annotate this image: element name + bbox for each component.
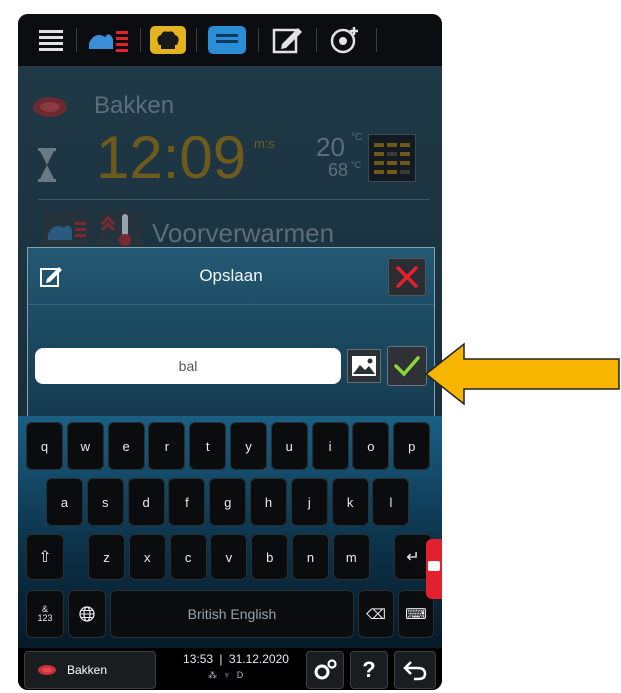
- key-t[interactable]: t: [189, 422, 227, 470]
- edit-icon[interactable]: [270, 25, 306, 55]
- clock-time: 13:53: [183, 652, 214, 666]
- program-name: Bakken: [94, 92, 175, 119]
- toolbar-divider: [258, 28, 259, 52]
- key-c[interactable]: c: [169, 534, 207, 580]
- steak-icon: [32, 96, 68, 123]
- menu-icon[interactable]: [38, 25, 64, 55]
- numbers-key-label: 123: [37, 613, 53, 623]
- key-g[interactable]: g: [209, 478, 247, 526]
- active-program-button[interactable]: Bakken: [24, 651, 156, 689]
- space-key[interactable]: British English: [110, 590, 354, 638]
- image-button[interactable]: [347, 349, 381, 383]
- temperature-unit: °C: [351, 132, 363, 143]
- key-b[interactable]: b: [251, 534, 289, 580]
- key-q[interactable]: q: [26, 422, 63, 470]
- top-toolbar: [18, 14, 442, 66]
- confirm-button[interactable]: [387, 346, 427, 386]
- key-y[interactable]: y: [230, 422, 267, 470]
- key-k[interactable]: k: [331, 478, 369, 526]
- checkmark-icon: [394, 356, 420, 377]
- key-s[interactable]: s: [86, 478, 124, 526]
- image-icon: [352, 356, 376, 376]
- step-label: Voorverwarmen: [152, 218, 335, 248]
- back-button[interactable]: [394, 651, 436, 689]
- steps-grid-icon[interactable]: [368, 134, 416, 182]
- program-list-icon[interactable]: [206, 25, 248, 55]
- key-x[interactable]: x: [128, 534, 166, 580]
- help-button[interactable]: ?: [350, 651, 388, 689]
- toolbar-divider: [196, 28, 197, 52]
- backspace-key[interactable]: ⌫: [358, 590, 394, 638]
- hourglass-icon: [38, 148, 56, 187]
- oven-screen: Bakken 12:09 m:s 20 °C 68 °C Voorverwarm…: [18, 14, 442, 690]
- timer-value: 12:09: [96, 124, 247, 191]
- gears-icon: [314, 659, 337, 680]
- status-icons: ⁂ ♆ D: [208, 670, 246, 680]
- clock-date: 13:53 | 31.12.2020: [183, 652, 289, 666]
- cooking-mode-icon[interactable]: [86, 25, 132, 55]
- key-o[interactable]: o: [352, 422, 390, 470]
- on-screen-keyboard: qwertyuiop asdfghjkl zxcvbnm ⇧ ↵ & 123 B…: [18, 416, 442, 648]
- key-a[interactable]: a: [46, 478, 83, 526]
- bottom-bar: Bakken 13:53 | 31.12.2020 ⁂ ♆ D ?: [18, 648, 442, 690]
- dialog-divider: [28, 304, 434, 305]
- toolbar-divider: [376, 28, 377, 52]
- key-i[interactable]: i: [311, 422, 349, 470]
- toolbar-divider: [316, 28, 317, 52]
- key-m[interactable]: m: [332, 534, 370, 580]
- settings-plus-icon[interactable]: [326, 25, 362, 55]
- language-key[interactable]: [68, 590, 106, 638]
- steak-icon: [38, 665, 56, 675]
- key-h[interactable]: h: [250, 478, 287, 526]
- preheat-icon: [98, 210, 142, 248]
- program-name-input[interactable]: bal: [35, 348, 341, 384]
- active-program-label: Bakken: [67, 663, 108, 677]
- temperature-actual-unit: °C: [351, 160, 362, 170]
- toolbar-divider: [76, 28, 77, 52]
- divider: [38, 199, 430, 200]
- key-d[interactable]: d: [127, 478, 165, 526]
- close-icon: [396, 266, 418, 288]
- timer-unit: m:s: [254, 136, 275, 151]
- temperature-actual: 68: [328, 160, 349, 180]
- temperature-set: 20: [316, 132, 345, 162]
- key-u[interactable]: u: [270, 422, 308, 470]
- step-mode-icon: [42, 210, 92, 248]
- key-z[interactable]: z: [88, 534, 125, 580]
- dialog-title: Opslaan: [199, 266, 263, 285]
- key-f[interactable]: f: [168, 478, 206, 526]
- key-v[interactable]: v: [210, 534, 248, 580]
- key-r[interactable]: r: [148, 422, 186, 470]
- key-j[interactable]: j: [290, 478, 328, 526]
- key-w[interactable]: w: [66, 422, 104, 470]
- back-arrow-icon: [403, 661, 427, 681]
- save-dialog: Opslaan bal: [27, 247, 435, 419]
- key-p[interactable]: p: [393, 422, 431, 470]
- numbers-key[interactable]: & 123: [26, 590, 64, 638]
- chef-hat-icon[interactable]: [148, 25, 188, 55]
- globe-icon: [79, 606, 95, 622]
- shift-key[interactable]: ⇧: [26, 534, 64, 580]
- highlight-arrow-icon: [424, 342, 620, 406]
- key-e[interactable]: e: [107, 422, 145, 470]
- close-button[interactable]: [388, 258, 426, 296]
- key-l[interactable]: l: [372, 478, 410, 526]
- chat-icon: [428, 561, 440, 571]
- clock-date-value: 31.12.2020: [228, 652, 289, 666]
- settings-button[interactable]: [306, 651, 344, 689]
- key-n[interactable]: n: [292, 534, 329, 580]
- chat-tab[interactable]: [426, 539, 442, 599]
- toolbar-divider: [140, 28, 141, 52]
